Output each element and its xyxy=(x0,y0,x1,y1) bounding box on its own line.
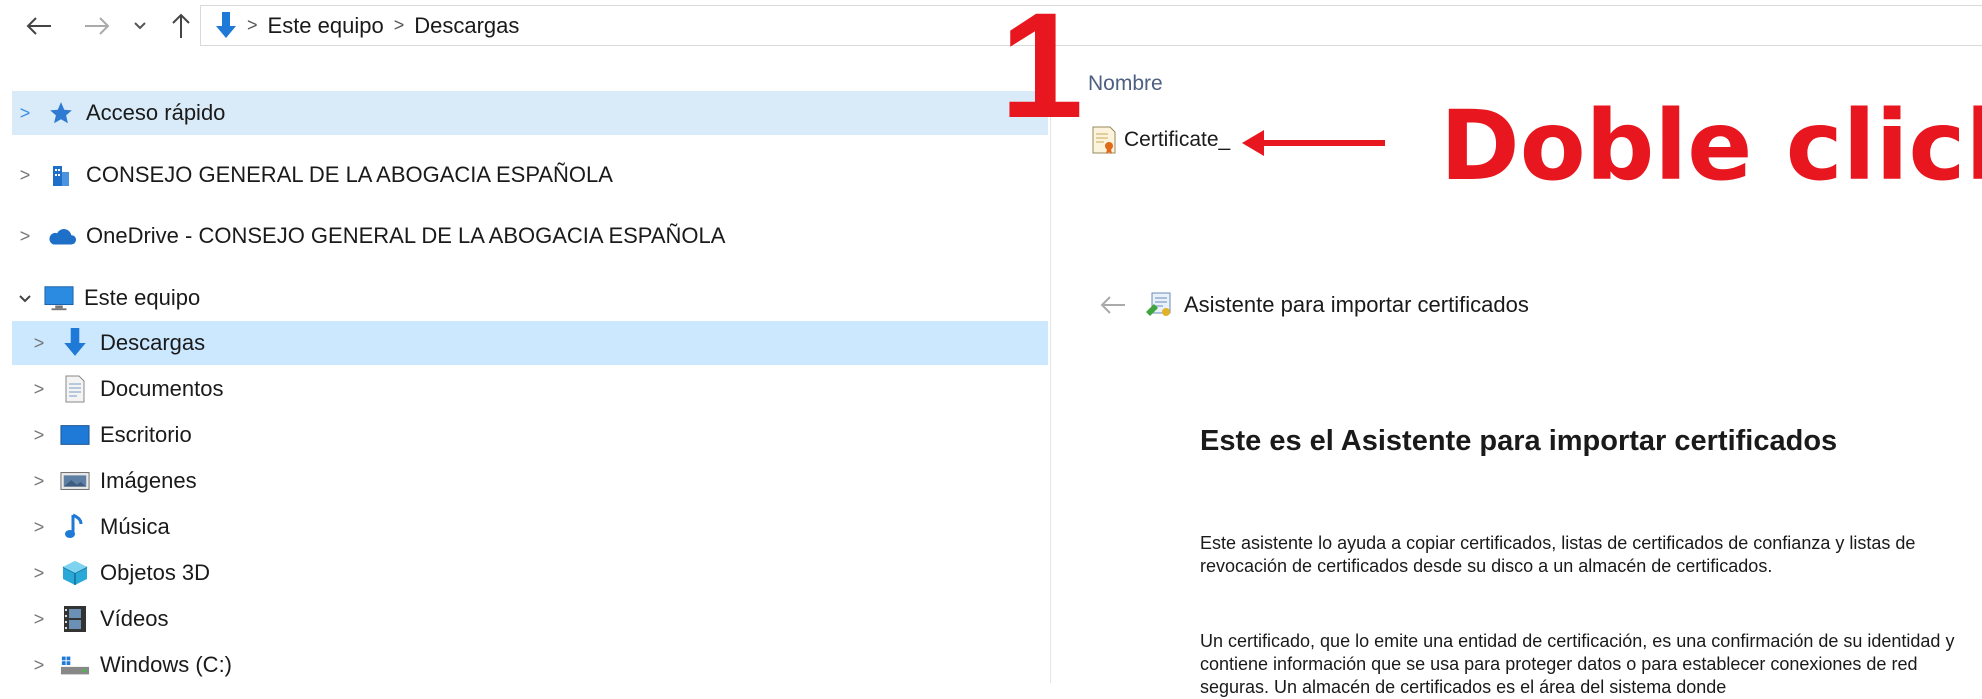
wizard-header-label: Asistente para importar certificados xyxy=(1184,292,1529,317)
sidebar-item-org[interactable]: > CONSEJO GENERAL DE LA ABOGACIA ESPAÑOL… xyxy=(12,153,1048,197)
chevron-right-icon[interactable]: > xyxy=(12,103,38,124)
breadcrumb-separator: > xyxy=(393,15,405,35)
instruction-annotation: Doble click xyxy=(1440,90,1982,202)
sidebar-item-label: Música xyxy=(100,514,170,539)
sidebar-item-objetos-3d[interactable]: > Objetos 3D xyxy=(12,551,1048,595)
annotation-arrow-icon xyxy=(1240,125,1390,166)
music-note-icon xyxy=(60,512,90,542)
breadcrumb-este-equipo[interactable]: Este equipo xyxy=(268,13,384,39)
chevron-right-icon[interactable]: > xyxy=(26,563,52,584)
up-arrow-icon[interactable] xyxy=(164,9,198,43)
desktop-icon xyxy=(60,420,90,450)
address-box[interactable]: > Este equipo > Descargas xyxy=(200,5,1982,46)
chevron-right-icon[interactable]: > xyxy=(26,379,52,400)
sidebar-item-label: OneDrive - CONSEJO GENERAL DE LA ABOGACI… xyxy=(86,223,726,248)
sidebar-item-descargas[interactable]: > Descargas xyxy=(12,321,1048,365)
download-arrow-icon xyxy=(215,11,237,40)
sidebar-item-label: Objetos 3D xyxy=(100,560,211,585)
file-name: Certificate_ xyxy=(1124,128,1231,151)
sidebar-item-label: Descargas xyxy=(100,330,206,355)
chevron-right-icon[interactable]: > xyxy=(26,655,52,676)
sidebar-item-documentos[interactable]: > Documentos xyxy=(12,367,1048,411)
chevron-right-icon[interactable]: > xyxy=(26,609,52,630)
sidebar-item-quick-access[interactable]: > Acceso rápido xyxy=(12,91,1048,135)
film-icon xyxy=(60,604,90,634)
building-icon xyxy=(46,160,76,190)
wizard-paragraph: Este asistente lo ayuda a copiar certifi… xyxy=(1200,533,1916,576)
sidebar-item-label: Este equipo xyxy=(84,285,201,310)
download-arrow-icon xyxy=(60,328,90,358)
chevron-right-icon[interactable]: > xyxy=(26,333,52,354)
monitor-icon xyxy=(44,283,74,313)
sidebar-item-this-pc[interactable]: Este equipo xyxy=(12,276,1048,320)
drive-icon xyxy=(60,650,90,680)
sidebar-item-onedrive[interactable]: > OneDrive - CONSEJO GENERAL DE LA ABOGA… xyxy=(12,214,1048,258)
breadcrumb-descargas[interactable]: Descargas xyxy=(414,13,519,39)
address-bar: > Este equipo > Descargas xyxy=(0,0,1982,50)
back-arrow-icon[interactable] xyxy=(22,9,56,43)
sidebar-item-label: Escritorio xyxy=(100,422,192,447)
sidebar-item-escritorio[interactable]: > Escritorio xyxy=(12,413,1048,457)
cloud-icon xyxy=(46,221,76,251)
document-icon xyxy=(60,374,90,404)
wizard-title: Este es el Asistente para importar certi… xyxy=(1200,425,1838,457)
sidebar-item-videos[interactable]: > Vídeos xyxy=(12,597,1048,641)
certificate-icon xyxy=(1090,125,1118,155)
chevron-right-icon[interactable]: > xyxy=(12,165,38,186)
sidebar-item-label: Documentos xyxy=(100,376,224,401)
certificate-wizard-icon xyxy=(1144,290,1174,320)
wizard-paragraph: Un certificado, que lo emite una entidad… xyxy=(1200,631,1955,697)
cube-3d-icon xyxy=(60,558,90,588)
sidebar-item-label: Vídeos xyxy=(100,606,169,631)
chevron-right-icon[interactable]: > xyxy=(26,425,52,446)
sidebar-item-label: Imágenes xyxy=(100,468,197,493)
sidebar-item-musica[interactable]: > Música xyxy=(12,505,1048,549)
back-arrow-icon[interactable] xyxy=(1100,295,1126,315)
file-item-certificate[interactable]: Certificate_ xyxy=(1090,125,1230,155)
sidebar-item-label: Windows (C:) xyxy=(100,652,233,677)
sidebar-item-imagenes[interactable]: > Imágenes xyxy=(12,459,1048,503)
sidebar-item-label: Acceso rápido xyxy=(86,100,226,125)
sidebar-item-label: CONSEJO GENERAL DE LA ABOGACIA ESPAÑOLA xyxy=(86,162,613,187)
chevron-right-icon[interactable]: > xyxy=(26,517,52,538)
star-icon xyxy=(46,98,76,128)
chevron-down-icon[interactable] xyxy=(12,288,38,309)
chevron-right-icon[interactable]: > xyxy=(12,226,38,247)
forward-arrow-icon[interactable] xyxy=(80,9,114,43)
column-header-name[interactable]: Nombre xyxy=(1088,72,1163,96)
chevron-down-icon[interactable] xyxy=(128,9,152,43)
step-number-annotation: 1 xyxy=(1000,0,1084,149)
wizard-header: Asistente para importar certificados xyxy=(1100,290,1529,320)
pictures-icon xyxy=(60,466,90,496)
breadcrumb-separator: > xyxy=(247,15,258,35)
sidebar-item-windows-c[interactable]: > Windows (C:) xyxy=(12,643,1048,687)
chevron-right-icon[interactable]: > xyxy=(26,471,52,492)
